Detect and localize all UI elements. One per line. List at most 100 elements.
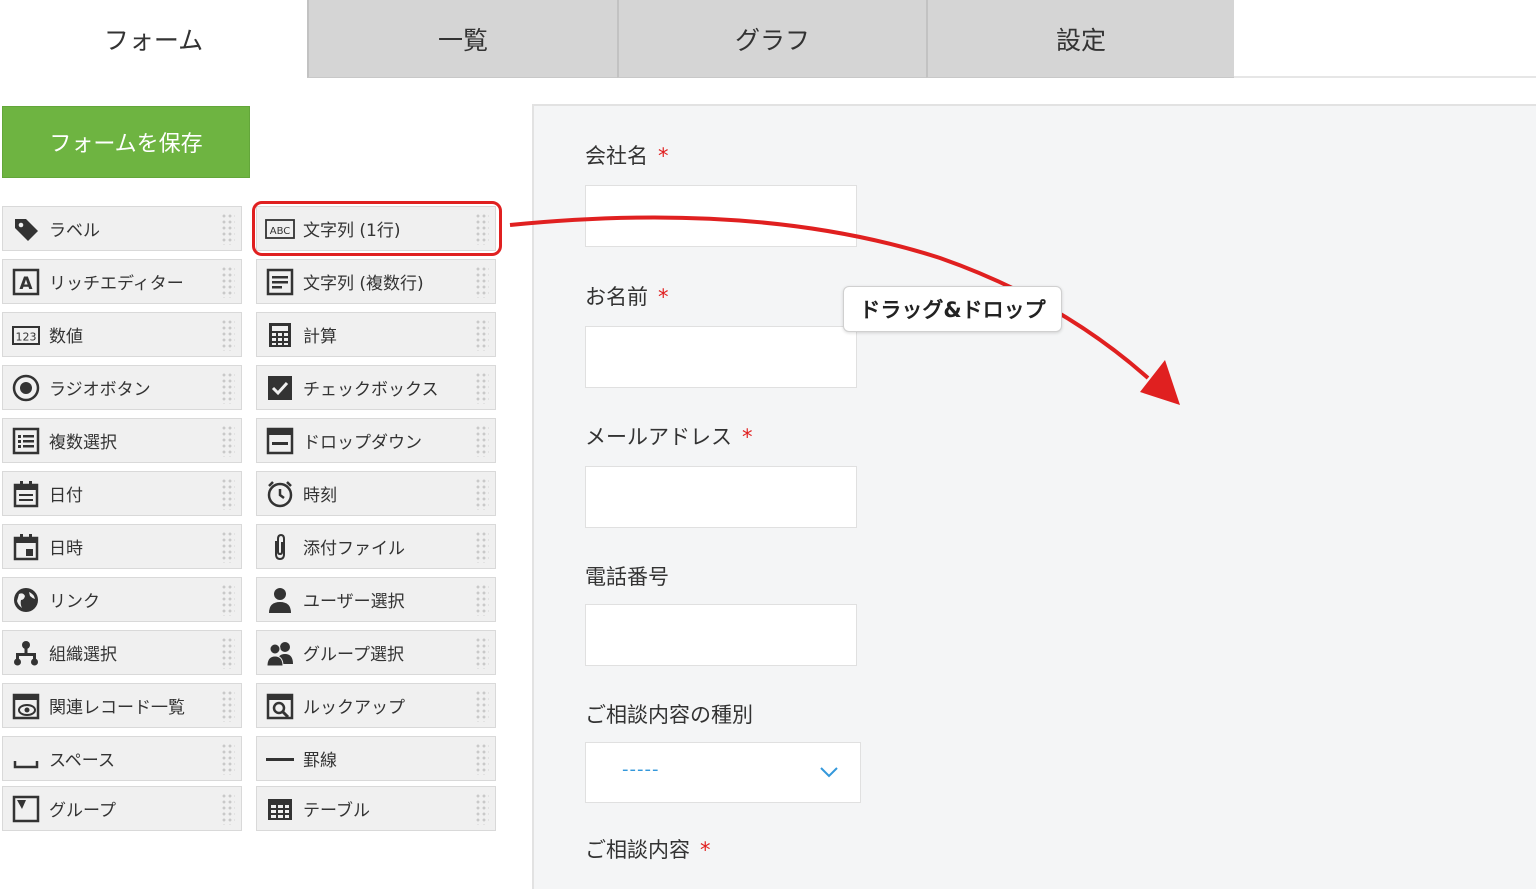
drag-handle-icon[interactable] — [475, 425, 489, 457]
palette-item-text: 日付 — [49, 486, 83, 506]
drag-handle-icon[interactable] — [475, 266, 489, 298]
email-field[interactable] — [585, 466, 857, 528]
tab-form[interactable]: フォーム — [0, 0, 307, 78]
palette-item-multi-line-text[interactable]: 文字列 (複数行) — [256, 259, 496, 304]
palette-item-user-select[interactable]: ユーザー選択 — [256, 577, 496, 622]
palette-item-group[interactable]: グループ — [2, 786, 242, 831]
drag-handle-icon[interactable] — [221, 319, 235, 351]
radio-icon — [11, 373, 41, 403]
drag-handle-icon[interactable] — [475, 319, 489, 351]
palette-item-group-select[interactable]: グループ選択 — [256, 630, 496, 675]
globe-icon — [11, 585, 41, 615]
drag-handle-icon[interactable] — [475, 478, 489, 510]
drag-handle-icon[interactable] — [221, 478, 235, 510]
drag-handle-icon[interactable] — [475, 690, 489, 722]
palette-item-link[interactable]: リンク — [2, 577, 242, 622]
palette-item-attachment[interactable]: 添付ファイル — [256, 524, 496, 569]
palette-item-radio[interactable]: ラジオボタン — [2, 365, 242, 410]
dropdown-icon — [265, 426, 295, 456]
company-name-field[interactable] — [585, 185, 857, 247]
palette-item-text: 組織選択 — [49, 645, 117, 665]
palette-item-lookup[interactable]: ルックアップ — [256, 683, 496, 728]
field-label-company: 会社名 * — [585, 140, 669, 170]
drag-handle-icon[interactable] — [221, 793, 235, 825]
tab-graph[interactable]: グラフ — [617, 0, 926, 78]
users-icon — [265, 638, 295, 668]
calendar-icon — [11, 479, 41, 509]
highlight-box — [252, 201, 502, 256]
palette-item-rich-editor[interactable]: A リッチエディター — [2, 259, 242, 304]
field-label-name: お名前 * — [585, 281, 669, 311]
palette-item-space[interactable]: スペース — [2, 736, 242, 781]
palette-item-text: ユーザー選択 — [303, 592, 405, 612]
palette-item-rule-line[interactable]: 罫線 — [256, 736, 496, 781]
palette-item-table[interactable]: テーブル — [256, 786, 496, 831]
palette-item-label[interactable]: ラベル — [2, 206, 242, 251]
paperclip-icon — [265, 532, 295, 562]
drag-handle-icon[interactable] — [475, 743, 489, 775]
inquiry-type-select[interactable]: ----- — [585, 742, 861, 803]
drag-handle-icon[interactable] — [221, 690, 235, 722]
field-label-text: メールアドレス — [585, 425, 732, 449]
drag-handle-icon[interactable] — [475, 637, 489, 669]
drag-handle-icon[interactable] — [221, 213, 235, 245]
palette-item-text: テーブル — [303, 801, 370, 821]
field-label-email: メールアドレス * — [585, 421, 753, 451]
tab-list[interactable]: 一覧 — [307, 0, 617, 78]
drag-handle-icon[interactable] — [221, 743, 235, 775]
field-label-text: 会社名 — [585, 144, 648, 168]
field-label-inquiry: ご相談内容 * — [585, 834, 711, 864]
palette-item-text: グループ — [49, 801, 116, 821]
palette-item-text: 複数選択 — [49, 433, 117, 453]
drag-handle-icon[interactable] — [221, 425, 235, 457]
palette-item-text: スペース — [49, 751, 115, 771]
palette-item-datetime[interactable]: 日時 — [2, 524, 242, 569]
palette-item-dropdown[interactable]: ドロップダウン — [256, 418, 496, 463]
palette-item-time[interactable]: 時刻 — [256, 471, 496, 516]
group-field-icon — [11, 794, 41, 824]
required-mark: * — [658, 144, 669, 168]
clock-icon — [265, 479, 295, 509]
palette-item-related-records[interactable]: 関連レコード一覧 — [2, 683, 242, 728]
drag-handle-icon[interactable] — [221, 531, 235, 563]
drag-handle-icon[interactable] — [475, 793, 489, 825]
palette-item-checkbox[interactable]: チェックボックス — [256, 365, 496, 410]
palette-item-text: チェックボックス — [303, 380, 439, 400]
drag-handle-icon[interactable] — [221, 637, 235, 669]
tab-bar: フォーム 一覧 グラフ 設定 — [0, 0, 1536, 78]
palette-item-date[interactable]: 日付 — [2, 471, 242, 516]
palette-item-org-select[interactable]: 組織選択 — [2, 630, 242, 675]
rule-line-icon — [265, 744, 295, 774]
palette-item-text: 時刻 — [303, 486, 337, 506]
drag-handle-icon[interactable] — [475, 584, 489, 616]
tab-label: フォーム — [103, 26, 204, 55]
required-mark: * — [742, 425, 753, 449]
field-label-text: 電話番号 — [585, 565, 669, 589]
field-label-text: ご相談内容の種別 — [585, 703, 753, 727]
tab-label: グラフ — [734, 25, 810, 55]
palette-item-text: グループ選択 — [303, 645, 404, 665]
tab-settings[interactable]: 設定 — [926, 0, 1234, 78]
drag-handle-icon[interactable] — [475, 372, 489, 404]
palette-item-text: ラベル — [49, 221, 100, 241]
phone-field[interactable] — [585, 604, 857, 666]
palette-item-text: ラジオボタン — [49, 380, 151, 400]
drag-handle-icon[interactable] — [221, 372, 235, 404]
palette-item-text: ルックアップ — [303, 698, 405, 718]
palette-item-text: 数値 — [49, 327, 83, 347]
chevron-down-icon — [818, 761, 840, 783]
tab-label: 一覧 — [437, 25, 488, 55]
palette-item-calculation[interactable]: 計算 — [256, 312, 496, 357]
drag-handle-icon[interactable] — [475, 531, 489, 563]
drag-handle-icon[interactable] — [221, 266, 235, 298]
space-icon — [11, 744, 41, 774]
drag-handle-icon[interactable] — [221, 584, 235, 616]
palette-item-number[interactable]: 123 数値 — [2, 312, 242, 357]
palette-item-text: ドロップダウン — [303, 433, 422, 453]
name-field[interactable] — [585, 326, 857, 388]
palette-item-text: 計算 — [303, 327, 337, 347]
palette-item-multi-select[interactable]: 複数選択 — [2, 418, 242, 463]
org-icon — [11, 638, 41, 668]
rich-editor-icon: A — [11, 267, 41, 297]
save-form-button[interactable]: フォームを保存 — [2, 106, 250, 178]
